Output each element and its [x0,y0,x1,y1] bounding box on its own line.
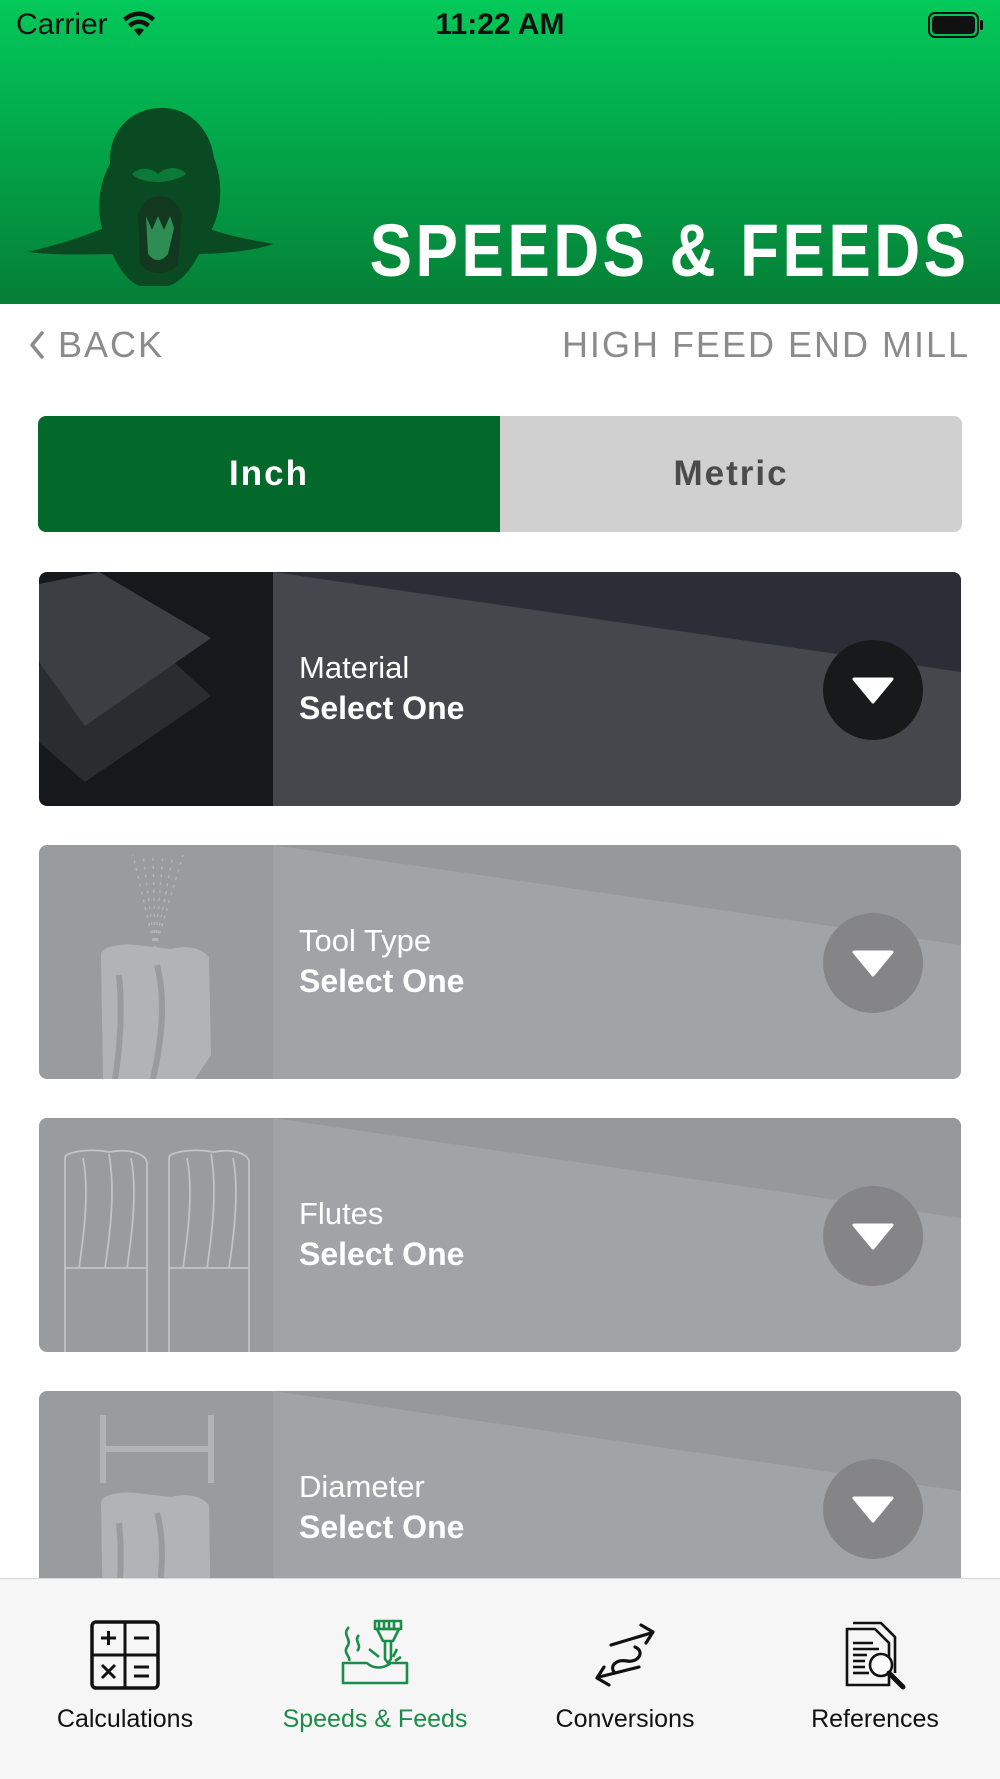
back-label: BACK [58,324,165,365]
tool-type-selector[interactable]: Tool Type Select One [39,845,961,1079]
unit-toggle: Inch Metric [38,416,962,532]
dropdown-button[interactable] [823,1459,923,1559]
triangle-down-icon [852,950,894,977]
triangle-down-icon [852,1223,894,1250]
chevron-left-icon [30,331,44,359]
conversion-arrows-icon [595,1623,655,1687]
tab-label: References [811,1705,939,1733]
tab-label: Speeds & Feeds [282,1705,468,1733]
selector-value: Select One [299,963,465,999]
selector-label: Flutes [299,1196,384,1231]
flutes-selector[interactable]: Flutes Select One [39,1118,961,1352]
tool-category-label: HIGH FEED END MILL [561,324,970,365]
selector-value: Select One [299,690,465,726]
document-search-icon [845,1621,906,1690]
flutes-image [39,1118,273,1352]
dropdown-button[interactable] [823,640,923,740]
tab-label: Conversions [555,1705,695,1733]
milling-tool-icon [341,1619,409,1685]
selector-label: Material [299,650,410,685]
dropdown-button[interactable] [823,913,923,1013]
back-button[interactable]: BACK [28,324,164,366]
tab-bar: Calculations Speeds & Feeds Conversions [0,1578,1000,1779]
selector-value: Select One [299,1236,465,1272]
calculator-icon [90,1620,160,1690]
selector-label: Tool Type [299,923,432,958]
triangle-down-icon [852,1496,894,1523]
material-image [39,572,273,806]
tab-references[interactable]: References [750,1579,1000,1779]
status-bar: Carrier 11:22 AM [0,0,1000,50]
unit-option-metric[interactable]: Metric [500,416,962,532]
nav-row: BACK HIGH FEED END MILL [0,304,1000,380]
dropdown-button[interactable] [823,1186,923,1286]
tab-speeds-feeds[interactable]: Speeds & Feeds [250,1579,500,1779]
selector-value: Select One [299,1509,465,1545]
tool-type-image [39,845,273,1079]
tab-label: Calculations [56,1705,194,1733]
unit-option-inch[interactable]: Inch [38,416,500,532]
tab-calculations[interactable]: Calculations [0,1579,250,1779]
selector-label: Diameter [299,1469,425,1504]
battery-icon [928,12,983,38]
status-time: 11:22 AM [435,8,565,41]
tab-conversions[interactable]: Conversions [500,1579,750,1779]
triangle-down-icon [852,677,894,704]
material-selector[interactable]: Material Select One [39,572,961,806]
gorilla-logo [28,107,274,287]
app-header: Carrier 11:22 AM SPEEDS & FEEDS [0,0,1000,304]
page-title: SPEEDS & FEEDS [370,209,970,292]
